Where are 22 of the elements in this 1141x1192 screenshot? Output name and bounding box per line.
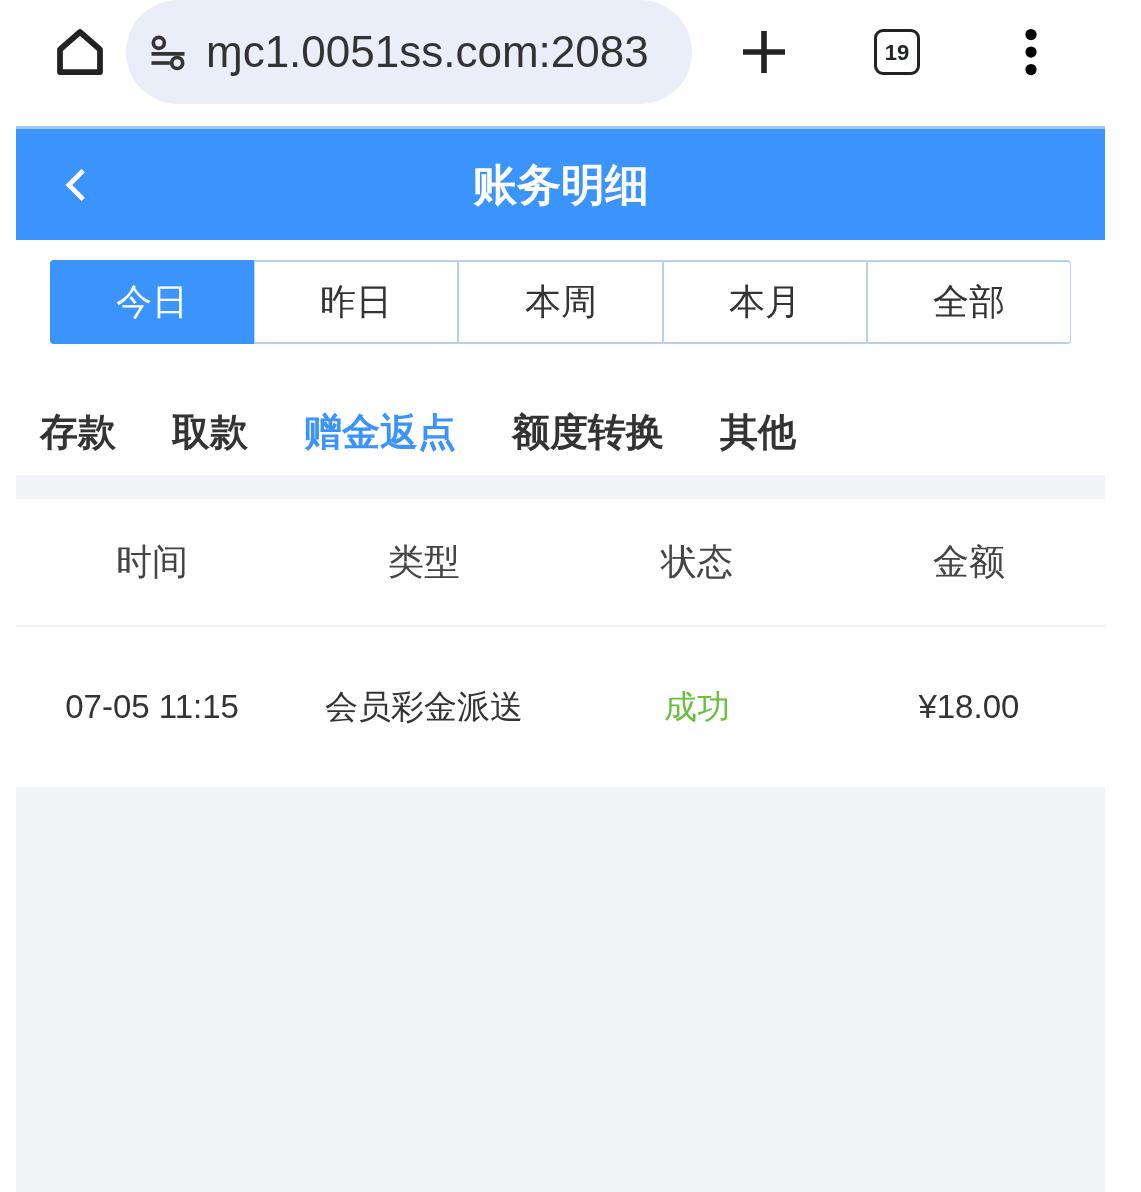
category-tab[interactable]: 其他 xyxy=(720,404,796,461)
period-tab[interactable]: 本周 xyxy=(458,260,663,344)
category-tab[interactable]: 额度转换 xyxy=(512,404,664,461)
period-tab[interactable]: 全部 xyxy=(866,260,1071,344)
table-cell-text: ¥18.00 xyxy=(917,687,1021,728)
url-text[interactable]: ɱc1.0051ss.com:2083 xyxy=(206,19,649,85)
column-header: 金额 xyxy=(931,540,1006,584)
category-tab[interactable]: 存款 xyxy=(40,404,116,461)
tab-count[interactable]: 19 xyxy=(874,29,920,75)
table-cell-text: 会员彩金派送 xyxy=(324,687,525,728)
back-icon[interactable] xyxy=(64,166,88,203)
column-header: 类型 xyxy=(387,540,462,584)
menu-icon[interactable] xyxy=(1024,27,1038,77)
category-tab[interactable]: 取款 xyxy=(172,404,248,461)
table-cell-text: 07-05 11:15 xyxy=(64,687,240,728)
status-text: 成功 xyxy=(662,687,731,728)
period-tab[interactable]: 本月 xyxy=(662,260,867,344)
column-header: 时间 xyxy=(115,540,190,584)
column-header: 状态 xyxy=(659,540,734,584)
page-title: 账务明细 xyxy=(472,158,650,211)
address-bar[interactable]: ɱc1.0051ss.com:2083 xyxy=(126,0,692,104)
period-tab[interactable]: 昨日 xyxy=(254,260,459,344)
